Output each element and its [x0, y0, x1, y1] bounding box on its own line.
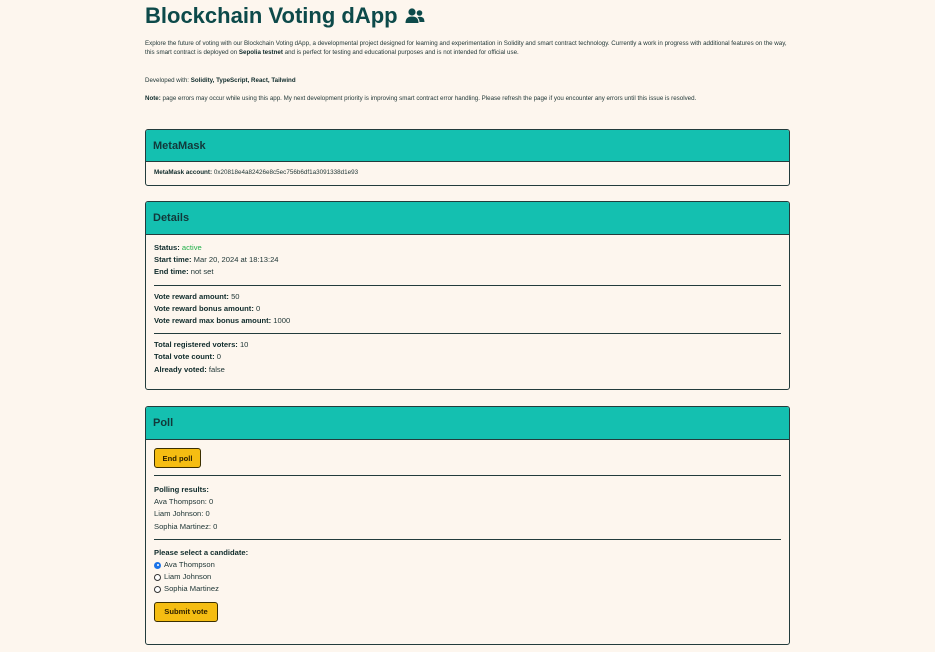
candidate-radio-group: Ava Thompson Liam Johnson Sophia Martine… [154, 559, 781, 596]
metamask-card: MetaMask MetaMask account: 0x20818e4a824… [145, 129, 790, 186]
results-label: Polling results: [154, 484, 781, 496]
tech-stack-value: Solidity, TypeScript, React, Tailwind [190, 77, 296, 84]
candidate-option[interactable]: Sophia Martinez [154, 583, 781, 595]
details-body: Status: active Start time: Mar 20, 2024 … [146, 235, 789, 376]
candidate-option[interactable]: Liam Johnson [154, 571, 781, 583]
poll-header: Poll [146, 407, 789, 440]
status-label: Status: [154, 243, 180, 252]
voters-row: Total registered voters: 10 [154, 339, 781, 351]
intro-text-end: and is perfect for testing and education… [282, 48, 519, 56]
candidate-label: Sophia Martinez [164, 584, 219, 594]
details-card: Details Status: active Start time: Mar 2… [145, 201, 790, 390]
metamask-header: MetaMask [146, 130, 789, 162]
start-time-label: Start time: [154, 255, 192, 265]
voters-value: 10 [237, 340, 249, 350]
select-label: Please select a candidate: [154, 547, 781, 559]
page-title-text: Blockchain Voting dApp [145, 3, 398, 28]
start-time-value: Mar 20, 2024 at 18:13:24 [191, 255, 279, 265]
max-bonus-value: 1000 [271, 316, 291, 326]
result-item: Sophia Martinez: 0 [154, 521, 218, 531]
radio-button-selected[interactable] [154, 561, 161, 569]
divider [154, 284, 781, 286]
network-name: Sepolia testnet [238, 48, 283, 56]
end-poll-button[interactable]: End poll [154, 448, 201, 468]
end-time-row: End time: not set [154, 266, 781, 278]
note-label: Note: [145, 95, 161, 102]
tech-stack: Developed with: Solidity, TypeScript, Re… [145, 77, 790, 86]
radio-button[interactable] [154, 573, 161, 581]
voted-label: Already voted: [154, 364, 207, 374]
users-icon [405, 8, 425, 24]
start-time-row: Start time: Mar 20, 2024 at 18:13:24 [154, 254, 781, 266]
voted-value: false [206, 364, 225, 374]
bonus-row: Vote reward bonus amount: 0 [154, 303, 781, 315]
end-time-label: End time: [154, 267, 189, 277]
account-address: 0x20818e4a82426e8c5ec756b6df1a3091338d1e… [212, 169, 359, 176]
poll-card: Poll End poll Polling results: Ava Thomp… [145, 406, 790, 645]
end-time-value: not set [188, 267, 214, 277]
voted-row: Already voted: false [154, 364, 781, 376]
divider [154, 333, 781, 335]
status-badge: active [181, 243, 202, 252]
reward-label: Vote reward amount: [154, 291, 229, 301]
candidate-option[interactable]: Ava Thompson [154, 559, 781, 571]
intro-description: Explore the future of voting with our Bl… [145, 40, 790, 57]
reward-row: Vote reward amount: 50 [154, 291, 781, 303]
bonus-label: Vote reward bonus amount: [154, 303, 254, 313]
results-label-text: Polling results: [154, 485, 209, 494]
result-item: Liam Johnson: 0 [154, 509, 210, 519]
tech-stack-label: Developed with: [145, 77, 191, 84]
details-header: Details [146, 202, 789, 235]
max-bonus-row: Vote reward max bonus amount: 1000 [154, 315, 781, 327]
select-label-text: Please select a candidate: [154, 547, 249, 557]
note: Note: page errors may occur while using … [145, 95, 790, 104]
divider [154, 475, 781, 476]
candidate-label: Ava Thompson [164, 560, 215, 570]
submit-vote-button[interactable]: Submit vote [154, 601, 218, 622]
status-row: Status: active [154, 242, 781, 254]
note-text: page errors may occur while using this a… [160, 95, 697, 102]
votes-row: Total vote count: 0 [154, 351, 781, 363]
votes-value: 0 [214, 352, 221, 362]
poll-body: End poll Polling results: Ava Thompson: … [146, 440, 789, 622]
max-bonus-label: Vote reward max bonus amount: [154, 316, 272, 326]
reward-value: 50 [228, 291, 240, 301]
divider [154, 538, 781, 540]
bonus-value: 0 [253, 303, 261, 313]
page-title: Blockchain Voting dApp [145, 3, 425, 29]
radio-button[interactable] [154, 585, 161, 593]
votes-label: Total vote count: [154, 352, 215, 362]
account-label: MetaMask account: [154, 169, 213, 176]
candidate-label: Liam Johnson [164, 572, 212, 582]
metamask-body: MetaMask account: 0x20818e4a82426e8c5ec7… [146, 162, 789, 178]
result-item: Ava Thompson: 0 [154, 497, 214, 507]
voters-label: Total registered voters: [154, 340, 238, 350]
